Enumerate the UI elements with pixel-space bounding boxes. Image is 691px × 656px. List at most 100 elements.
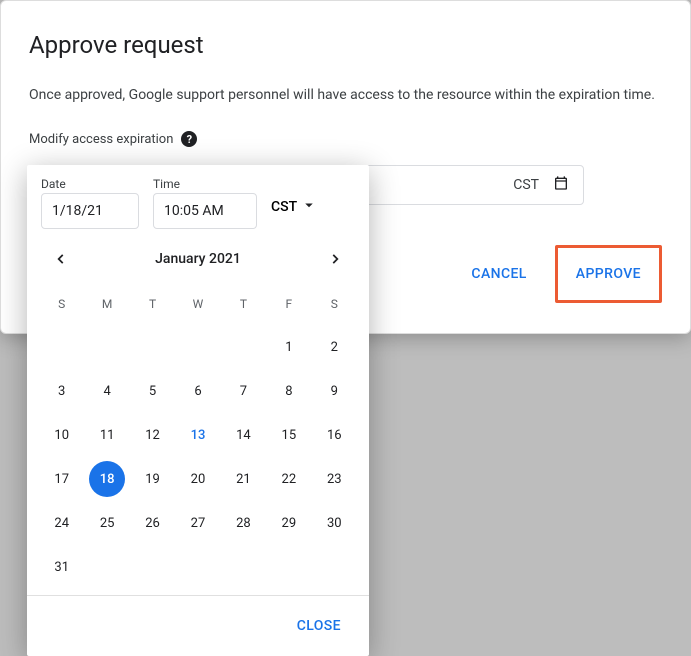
calendar-day-cell: [221, 325, 266, 369]
calendar-day[interactable]: 24: [44, 505, 80, 541]
calendar-day[interactable]: 23: [316, 461, 352, 497]
calendar-day[interactable]: 15: [271, 417, 307, 453]
calendar-day-cell: 27: [175, 501, 220, 545]
calendar-day-cell: [175, 545, 220, 589]
calendar-day[interactable]: 28: [225, 505, 261, 541]
calendar-day-cell: 28: [221, 501, 266, 545]
calendar-day[interactable]: 16: [316, 417, 352, 453]
calendar-day-cell: [175, 325, 220, 369]
next-month-button[interactable]: [323, 247, 347, 271]
calendar-day-cell: [221, 545, 266, 589]
calendar-day-cell: 30: [312, 501, 357, 545]
date-field-wrap: Date: [41, 177, 139, 229]
calendar-day-cell: 21: [221, 457, 266, 501]
calendar-day-cell: [39, 325, 84, 369]
calendar-day-cell: 22: [266, 457, 311, 501]
prev-month-button[interactable]: [49, 247, 73, 271]
calendar-day-cell: 4: [84, 369, 129, 413]
calendar-day-cell: [130, 545, 175, 589]
calendar-day[interactable]: 26: [135, 505, 171, 541]
calendar-day[interactable]: 12: [135, 417, 171, 453]
date-input[interactable]: [41, 193, 139, 229]
calendar-day[interactable]: 6: [180, 373, 216, 409]
popover-actions: CLOSE: [27, 595, 369, 656]
calendar-day[interactable]: 1: [271, 329, 307, 365]
calendar-day[interactable]: 17: [44, 461, 80, 497]
date-label: Date: [41, 177, 139, 191]
calendar-day-cell: 25: [84, 501, 129, 545]
cancel-button[interactable]: CANCEL: [461, 258, 536, 290]
calendar-day-cell: [130, 325, 175, 369]
calendar-day[interactable]: 19: [135, 461, 171, 497]
day-of-week-header: T: [130, 287, 175, 325]
dialog-description: Once approved, Google support personnel …: [29, 87, 662, 103]
calendar-day[interactable]: 20: [180, 461, 216, 497]
calendar-day[interactable]: 3: [44, 373, 80, 409]
calendar-day-cell: [312, 545, 357, 589]
modify-access-expiration-label: Modify access expiration ?: [29, 131, 662, 147]
calendar-day[interactable]: 11: [89, 417, 125, 453]
calendar-day[interactable]: 4: [89, 373, 125, 409]
day-of-week-header: M: [84, 287, 129, 325]
calendar-day[interactable]: 22: [271, 461, 307, 497]
calendar-day[interactable]: 13: [180, 417, 216, 453]
month-title: January 2021: [155, 251, 241, 267]
calendar-day-cell: 19: [130, 457, 175, 501]
dialog-title: Approve request: [29, 31, 662, 59]
approve-highlight: APPROVE: [555, 245, 662, 303]
calendar-day-cell: 16: [312, 413, 357, 457]
calendar-day-cell: 26: [130, 501, 175, 545]
calendar-day-cell: [84, 325, 129, 369]
calendar-day-cell: 3: [39, 369, 84, 413]
calendar-day-cell: 15: [266, 413, 311, 457]
calendar-day-cell: [84, 545, 129, 589]
calendar-day[interactable]: 25: [89, 505, 125, 541]
timezone-selector[interactable]: CST: [271, 196, 318, 218]
calendar-day[interactable]: 10: [44, 417, 80, 453]
calendar-day-cell: 11: [84, 413, 129, 457]
calendar-day-cell: 23: [312, 457, 357, 501]
calendar-day[interactable]: 30: [316, 505, 352, 541]
calendar-day[interactable]: 2: [316, 329, 352, 365]
calendar-day-cell: 6: [175, 369, 220, 413]
calendar-day[interactable]: 27: [180, 505, 216, 541]
calendar-day[interactable]: 14: [225, 417, 261, 453]
calendar-day-cell: 29: [266, 501, 311, 545]
calendar-day-cell: 10: [39, 413, 84, 457]
time-field-wrap: Time: [153, 177, 257, 229]
calendar-day-cell: 5: [130, 369, 175, 413]
calendar-day-cell: 17: [39, 457, 84, 501]
calendar-day-cell: 31: [39, 545, 84, 589]
calendar-grid: SMTWTFS123456789101112131415161718192021…: [27, 275, 369, 595]
help-icon[interactable]: ?: [181, 131, 197, 147]
calendar-day-cell: 1: [266, 325, 311, 369]
calendar-day[interactable]: 31: [44, 549, 80, 585]
timezone-label: CST: [513, 177, 539, 193]
calendar-day[interactable]: 8: [271, 373, 307, 409]
month-nav: January 2021: [27, 239, 369, 275]
chevron-down-icon: [300, 196, 318, 218]
timezone-value: CST: [271, 199, 297, 215]
calendar-day-cell: 14: [221, 413, 266, 457]
calendar-day-cell: 24: [39, 501, 84, 545]
calendar-day[interactable]: 18: [89, 461, 125, 497]
calendar-day[interactable]: 5: [135, 373, 171, 409]
calendar-day[interactable]: 9: [316, 373, 352, 409]
calendar-day[interactable]: 29: [271, 505, 307, 541]
close-button[interactable]: CLOSE: [287, 610, 351, 642]
calendar-day[interactable]: 7: [225, 373, 261, 409]
datepicker-fields: Date Time CST: [27, 165, 369, 239]
calendar-day-cell: 12: [130, 413, 175, 457]
calendar-day-cell: 18: [84, 457, 129, 501]
datepicker-popover: Date Time CST January 2021 SMTWTFS123456…: [27, 165, 369, 656]
time-input[interactable]: [153, 193, 257, 229]
day-of-week-header: S: [39, 287, 84, 325]
calendar-day-cell: 8: [266, 369, 311, 413]
calendar-day-cell: 13: [175, 413, 220, 457]
day-of-week-header: F: [266, 287, 311, 325]
day-of-week-header: W: [175, 287, 220, 325]
calendar-day[interactable]: 21: [225, 461, 261, 497]
modify-label-text: Modify access expiration: [29, 132, 173, 147]
approve-button[interactable]: APPROVE: [566, 258, 651, 290]
calendar-icon: [553, 175, 569, 195]
